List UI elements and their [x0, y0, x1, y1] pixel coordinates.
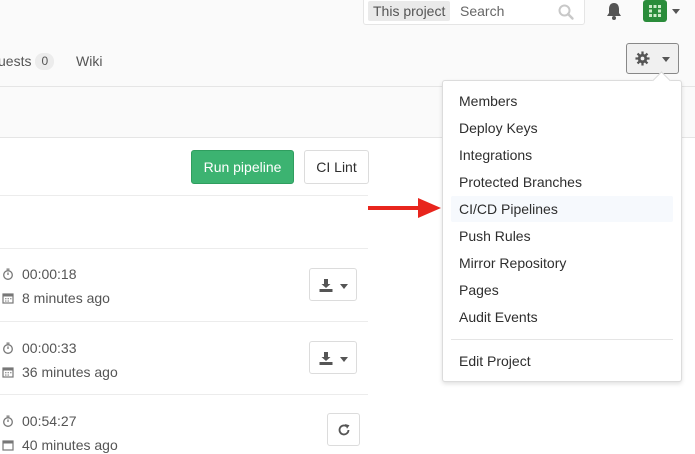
chevron-down-icon	[340, 284, 348, 289]
pipeline-finished-time: 40 minutes ago	[22, 437, 118, 453]
menu-item-mirror-repository[interactable]: Mirror Repository	[451, 250, 673, 276]
bell-icon[interactable]	[604, 1, 624, 21]
menu-item-integrations[interactable]: Integrations	[451, 142, 673, 168]
chevron-down-icon	[662, 57, 670, 62]
settings-dropdown-menu: Members Deploy Keys Integrations Protect…	[442, 71, 682, 382]
chevron-down-icon[interactable]	[672, 9, 680, 14]
divider	[0, 321, 368, 322]
pipeline-duration: 00:00:18	[22, 266, 77, 282]
nav-item-label: uests	[0, 53, 32, 69]
top-bar	[0, 0, 695, 40]
download-artifacts-button[interactable]	[309, 341, 357, 374]
nav-item-wiki[interactable]: Wiki	[76, 51, 102, 71]
menu-item-edit-project[interactable]: Edit Project	[451, 348, 673, 374]
nav-item-merge-requests[interactable]: uests 0	[0, 51, 55, 71]
stopwatch-icon	[3, 342, 13, 354]
pipeline-duration: 00:00:33	[22, 340, 77, 356]
menu-item-members[interactable]: Members	[451, 88, 673, 114]
search-box[interactable]: This project	[363, 0, 585, 25]
ci-lint-button[interactable]: CI Lint	[304, 150, 369, 184]
count-badge: 0	[35, 53, 55, 70]
menu-item-ci-cd-pipelines[interactable]: CI/CD Pipelines	[451, 196, 673, 222]
settings-dropdown-button[interactable]	[626, 43, 679, 74]
pipeline-duration: 00:54:27	[22, 413, 77, 429]
download-icon	[319, 352, 333, 365]
menu-item-audit-events[interactable]: Audit Events	[451, 304, 673, 330]
search-scope-badge[interactable]: This project	[368, 1, 451, 21]
divider	[0, 195, 368, 196]
gear-icon	[635, 51, 650, 66]
retry-icon	[338, 424, 350, 436]
chevron-down-icon	[340, 357, 348, 362]
stopwatch-icon	[3, 268, 13, 280]
search-input[interactable]	[460, 1, 550, 21]
calendar-icon	[2, 440, 14, 451]
divider	[0, 394, 368, 395]
avatar[interactable]	[643, 0, 667, 22]
menu-item-deploy-keys[interactable]: Deploy Keys	[451, 115, 673, 141]
pipeline-finished-time: 8 minutes ago	[22, 290, 110, 306]
annotation-arrow-icon	[368, 198, 441, 218]
retry-button[interactable]	[327, 413, 360, 446]
calendar-icon	[2, 367, 14, 378]
run-pipeline-button[interactable]: Run pipeline	[191, 150, 294, 184]
stopwatch-icon	[3, 415, 13, 427]
calendar-icon	[2, 293, 14, 304]
divider	[0, 248, 368, 249]
menu-item-push-rules[interactable]: Push Rules	[451, 223, 673, 249]
pipeline-finished-time: 36 minutes ago	[22, 364, 118, 380]
download-artifacts-button[interactable]	[309, 268, 357, 301]
menu-item-protected-branches[interactable]: Protected Branches	[451, 169, 673, 195]
menu-divider	[451, 339, 673, 340]
download-icon	[319, 279, 333, 292]
search-icon	[558, 4, 574, 20]
menu-item-pages[interactable]: Pages	[451, 277, 673, 303]
avatar-identicon-icon	[649, 5, 661, 17]
